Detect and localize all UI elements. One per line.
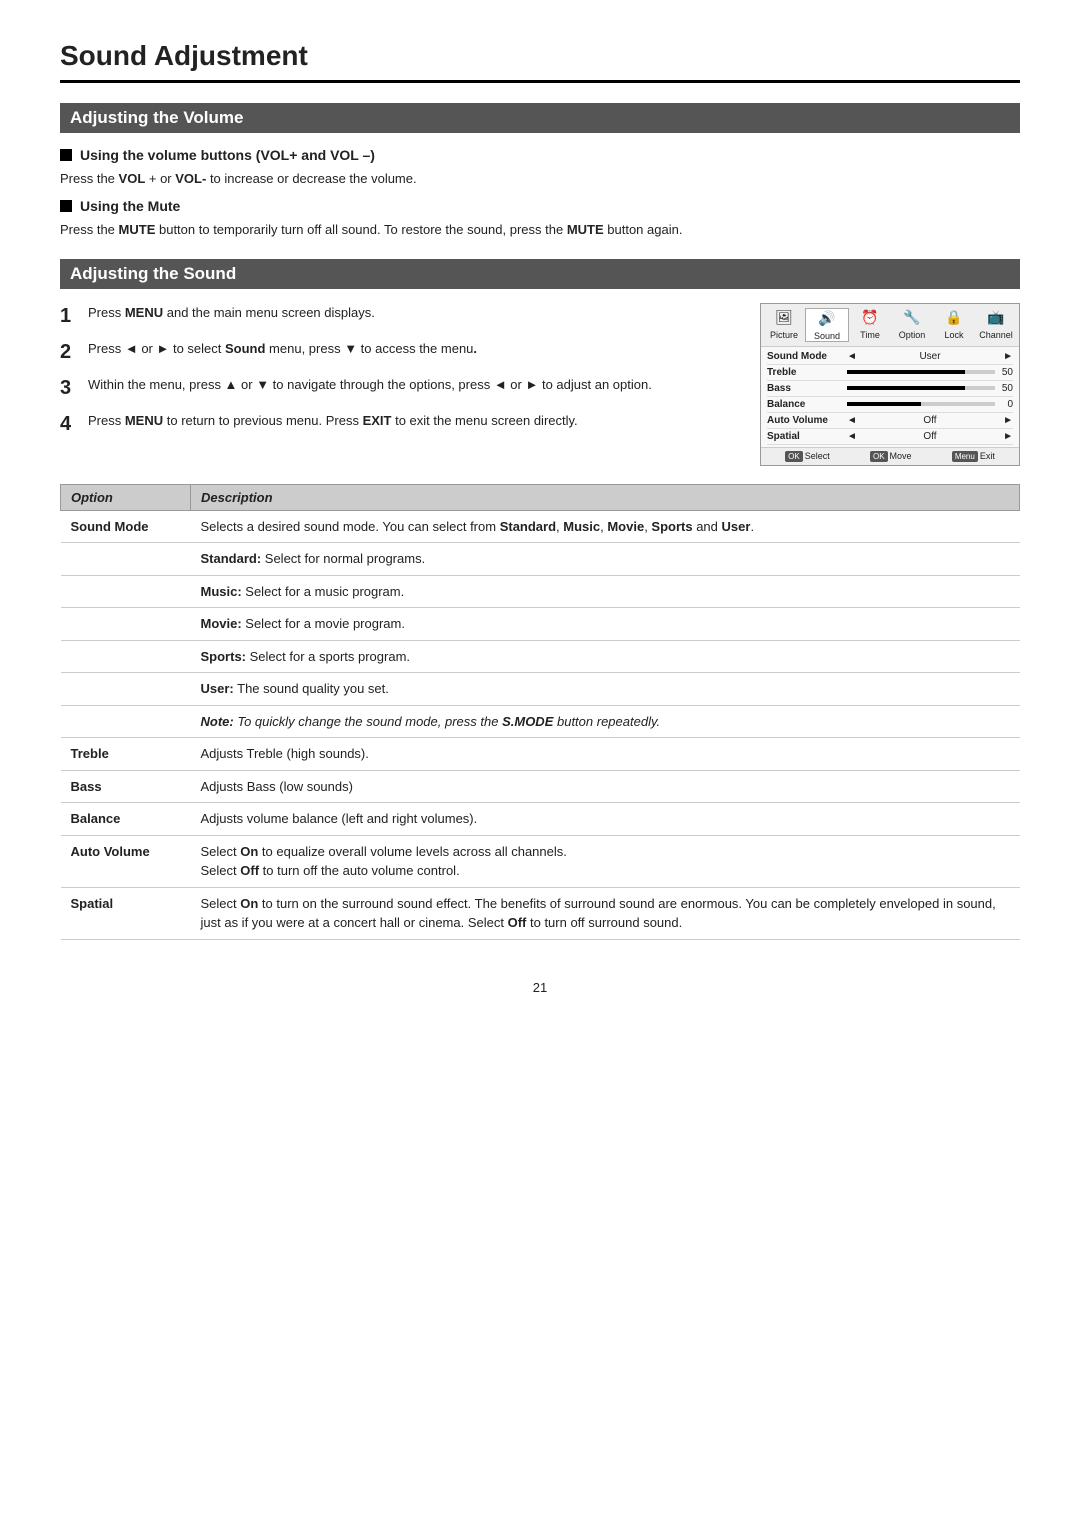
table-row-movie: Movie: Select for a movie program. — [61, 608, 1020, 641]
option-icon: 🔧 — [900, 308, 924, 328]
mute-desc: Press the MUTE button to temporarily tur… — [60, 220, 1020, 241]
vol-buttons-title: Using the volume buttons (VOL+ and VOL –… — [60, 147, 1020, 163]
mute-title: Using the Mute — [60, 198, 1020, 214]
menu-screen: 🖼 Picture 🔊 Sound ⏰ Time 🔧 Option — [760, 303, 1020, 466]
vol-buttons-desc: Press the VOL + or VOL- to increase or d… — [60, 169, 1020, 190]
option-sound-mode: Sound Mode — [61, 510, 191, 543]
col-option: Option — [61, 484, 191, 510]
option-treble: Treble — [61, 738, 191, 771]
option-bass: Bass — [61, 770, 191, 803]
menu-icon-option: 🔧 Option — [891, 308, 933, 342]
options-table-header: Option Description — [61, 484, 1020, 510]
step-1: 1 Press MENU and the main menu screen di… — [60, 303, 740, 329]
option-spatial: Spatial — [61, 887, 191, 939]
menu-row-sound-mode: Sound Mode ◄ User ► — [767, 349, 1013, 365]
bullet-square-2 — [60, 200, 72, 212]
page-number: 21 — [60, 980, 1020, 995]
col-description: Description — [191, 484, 1020, 510]
menu-row-treble: Treble 50 — [767, 365, 1013, 381]
footer-move: OK Move — [870, 451, 912, 462]
option-auto-volume: Auto Volume — [61, 835, 191, 887]
menu-rows: Sound Mode ◄ User ► Treble 50 — [761, 347, 1019, 447]
lock-icon: 🔒 — [942, 308, 966, 328]
desc-auto-volume: Select On to equalize overall volume lev… — [191, 835, 1020, 887]
desc-sound-mode: Selects a desired sound mode. You can se… — [191, 510, 1020, 543]
step-4: 4 Press MENU to return to previous menu.… — [60, 411, 740, 437]
channel-icon: 📺 — [984, 308, 1008, 328]
desc-treble: Adjusts Treble (high sounds). — [191, 738, 1020, 771]
table-row-standard: Standard: Select for normal programs. — [61, 543, 1020, 576]
menu-icon-sound: 🔊 Sound — [805, 308, 849, 342]
sound-section: Adjusting the Sound 1 Press MENU and the… — [60, 259, 1020, 466]
bullet-square — [60, 149, 72, 161]
picture-icon: 🖼 — [772, 308, 796, 328]
table-row-music: Music: Select for a music program. — [61, 575, 1020, 608]
sound-icon: 🔊 — [815, 309, 839, 329]
menu-icon-lock: 🔒 Lock — [933, 308, 975, 342]
menu-icon-picture: 🖼 Picture — [763, 308, 805, 342]
table-row-balance: Balance Adjusts volume balance (left and… — [61, 803, 1020, 836]
options-table: Option Description Sound Mode Selects a … — [60, 484, 1020, 940]
time-icon: ⏰ — [858, 308, 882, 328]
volume-section-header: Adjusting the Volume — [60, 103, 1020, 133]
sound-section-header: Adjusting the Sound — [60, 259, 1020, 289]
table-row-auto-volume: Auto Volume Select On to equalize overal… — [61, 835, 1020, 887]
table-row-sound-mode: Sound Mode Selects a desired sound mode.… — [61, 510, 1020, 543]
table-row-note: Note: To quickly change the sound mode, … — [61, 705, 1020, 738]
table-row-spatial: Spatial Select On to turn on the surroun… — [61, 887, 1020, 939]
desc-bass: Adjusts Bass (low sounds) — [191, 770, 1020, 803]
step-list: 1 Press MENU and the main menu screen di… — [60, 303, 740, 437]
option-balance: Balance — [61, 803, 191, 836]
menu-row-bass: Bass 50 — [767, 381, 1013, 397]
menu-row-balance: Balance 0 — [767, 397, 1013, 413]
volume-section: Adjusting the Volume Using the volume bu… — [60, 103, 1020, 241]
desc-movie: Movie: Select for a movie program. — [191, 608, 1020, 641]
footer-exit: Menu Exit — [952, 451, 995, 462]
desc-standard: Standard: Select for normal programs. — [191, 543, 1020, 576]
table-row-user: User: The sound quality you set. — [61, 673, 1020, 706]
desc-sports: Sports: Select for a sports program. — [191, 640, 1020, 673]
table-row-sports: Sports: Select for a sports program. — [61, 640, 1020, 673]
page-title: Sound Adjustment — [60, 40, 1020, 83]
desc-user: User: The sound quality you set. — [191, 673, 1020, 706]
desc-spatial: Select On to turn on the surround sound … — [191, 887, 1020, 939]
menu-screen-mockup: 🖼 Picture 🔊 Sound ⏰ Time 🔧 Option — [760, 303, 1020, 466]
menu-row-auto-volume: Auto Volume ◄ Off ► — [767, 413, 1013, 429]
steps-column: 1 Press MENU and the main menu screen di… — [60, 303, 740, 466]
menu-icon-time: ⏰ Time — [849, 308, 891, 342]
step-3: 3 Within the menu, press ▲ or ▼ to navig… — [60, 375, 740, 401]
table-row-bass: Bass Adjusts Bass (low sounds) — [61, 770, 1020, 803]
desc-balance: Adjusts volume balance (left and right v… — [191, 803, 1020, 836]
desc-music: Music: Select for a music program. — [191, 575, 1020, 608]
footer-select: OK Select — [785, 451, 830, 462]
menu-icon-channel: 📺 Channel — [975, 308, 1017, 342]
sound-layout: 1 Press MENU and the main menu screen di… — [60, 303, 1020, 466]
table-row-treble: Treble Adjusts Treble (high sounds). — [61, 738, 1020, 771]
note-text: Note: To quickly change the sound mode, … — [191, 705, 1020, 738]
menu-icons-row: 🖼 Picture 🔊 Sound ⏰ Time 🔧 Option — [761, 304, 1019, 347]
menu-footer: OK Select OK Move Menu Exit — [761, 447, 1019, 465]
menu-row-spatial: Spatial ◄ Off ► — [767, 429, 1013, 445]
step-2: 2 Press ◄ or ► to select Sound menu, pre… — [60, 339, 740, 365]
